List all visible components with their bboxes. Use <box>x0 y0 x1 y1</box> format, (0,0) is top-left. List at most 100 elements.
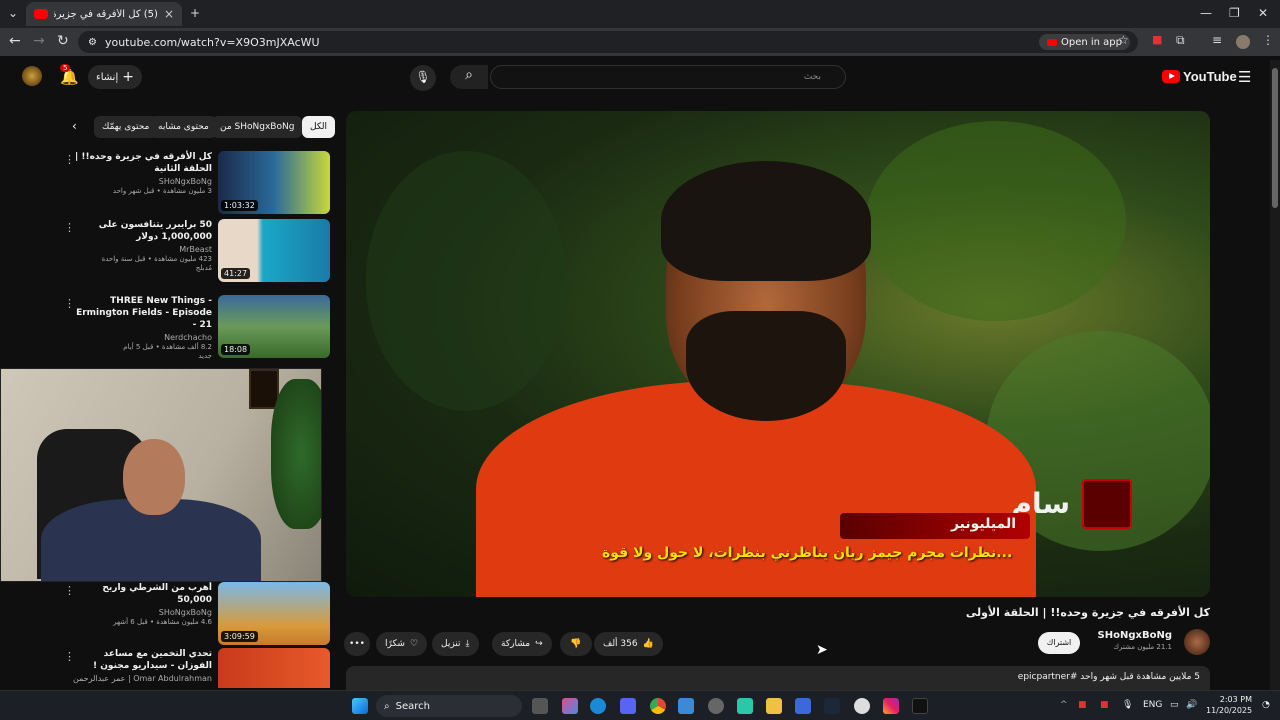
voice-search-mic-icon[interactable]: 🎙 <box>410 65 436 91</box>
chips-scroll-left-icon[interactable]: ‹ <box>72 119 77 133</box>
chip-all[interactable]: الكل <box>302 116 336 138</box>
minimize-icon[interactable]: — <box>1200 6 1212 20</box>
notifications-bell-icon[interactable]: 🔔 5 <box>60 64 79 86</box>
chip-related-interest[interactable]: محتوى يهمّك <box>94 116 158 138</box>
video-thumbnail[interactable]: 41:27 <box>218 219 330 282</box>
app-icon[interactable] <box>708 698 724 714</box>
hamburger-menu-icon[interactable]: ☰ <box>1238 68 1251 86</box>
reload-icon[interactable]: ↻ <box>57 33 69 49</box>
more-options-icon[interactable]: ⋮ <box>64 297 75 310</box>
extensions-puzzle-icon[interactable]: ⧉ <box>1176 33 1185 48</box>
new-tab-icon[interactable]: + <box>190 6 200 20</box>
channel-name[interactable]: SHoNgxBoNg <box>72 177 212 186</box>
video-thumbnail[interactable]: 3:09:59 <box>218 582 330 645</box>
account-avatar[interactable] <box>22 66 42 86</box>
browser-menu-icon[interactable]: ⋮ <box>1262 33 1274 47</box>
more-options-icon[interactable]: ⋮ <box>64 650 75 663</box>
keyboard-language[interactable]: ENG <box>1143 700 1162 710</box>
person-hair-image <box>661 161 871 281</box>
channel-name[interactable]: Nerdchacho <box>72 333 212 342</box>
create-button[interactable]: إنشاء + <box>88 65 142 89</box>
url-field[interactable]: ⚙ youtube.com/watch?v=X9O3mJXAcWU Open i… <box>78 31 1138 53</box>
channel-name-main[interactable]: SHoNgxBoNg <box>1098 630 1172 641</box>
copilot-icon[interactable] <box>562 698 578 714</box>
duration-badge: 41:27 <box>221 268 251 279</box>
list-item[interactable]: تحدي التخمين مع مساعد الفوزان - سيداريو … <box>60 648 330 688</box>
app-green-icon[interactable] <box>737 698 753 714</box>
search-input[interactable]: بحث <box>490 65 846 89</box>
youtube-logo[interactable]: YouTube <box>1162 69 1237 84</box>
thumbs-down-icon: 👎 <box>570 639 582 649</box>
steam-icon[interactable] <box>824 698 840 714</box>
video-title[interactable]: 50 برايبرر يتنافسون على 1,000,000 دولار <box>72 219 212 243</box>
edge-icon[interactable] <box>590 698 606 714</box>
task-view-icon[interactable] <box>532 698 548 714</box>
window-close-icon[interactable]: ✕ <box>1258 6 1268 20</box>
notifications-center-icon[interactable]: ◔ <box>1262 700 1270 710</box>
store-icon[interactable] <box>678 698 694 714</box>
tray-mic-icon[interactable]: 🎙 <box>1122 700 1133 710</box>
channel-name[interactable]: SHoNgxBoNg <box>72 608 212 617</box>
download-button[interactable]: ⤓ تنزيل <box>432 632 479 656</box>
like-button[interactable]: 👍 356 ألف <box>594 632 663 656</box>
tray-app-icon[interactable]: ■ <box>1100 700 1109 710</box>
video-title[interactable]: كل الأفرقه في جزيرة وحده!! | الحلقة الثا… <box>72 151 212 175</box>
chip-similar[interactable]: محتوى مشابه <box>150 116 217 138</box>
thanks-icon: ♡ <box>409 639 419 649</box>
tab-close-icon[interactable]: × <box>164 7 174 21</box>
tab-menu-icon[interactable]: ⌄ <box>8 6 18 20</box>
tiktok-icon[interactable] <box>912 698 928 714</box>
dislike-button[interactable]: 👎 <box>560 632 592 656</box>
open-in-app-button[interactable]: Open in app <box>1038 34 1130 50</box>
channel-avatar[interactable] <box>1184 629 1210 655</box>
settings-gear-icon[interactable] <box>854 698 870 714</box>
bookmark-star-icon[interactable]: ☆ <box>1118 33 1129 47</box>
thanks-button[interactable]: ♡ شكرًا <box>376 632 428 656</box>
video-title[interactable]: THREE New Things - Ermington Fields - Ep… <box>72 295 212 331</box>
instagram-icon[interactable] <box>883 698 899 714</box>
video-title[interactable]: تحدي التخمين مع مساعد الفوزان - سيداريو … <box>72 648 212 672</box>
video-title[interactable]: أهرب من الشرطي واربح 50,000 <box>72 582 212 606</box>
subscribe-button[interactable]: اشتراك <box>1038 632 1080 654</box>
app-blue-icon[interactable] <box>795 698 811 714</box>
thanks-label: شكرًا <box>385 639 405 649</box>
list-item[interactable]: 18:08 THREE New Things - Ermington Field… <box>60 295 330 361</box>
more-options-icon[interactable]: ⋮ <box>64 221 75 234</box>
more-actions-button[interactable]: ••• <box>344 632 370 656</box>
video-thumbnail[interactable]: 18:08 <box>218 295 330 358</box>
video-player[interactable]: سام الميليونير ...نظرات مجرم جيمز ريان ي… <box>346 111 1210 597</box>
video-thumbnail[interactable]: 1:03:32 <box>218 151 330 214</box>
volume-icon[interactable]: 🔊 <box>1186 700 1197 710</box>
more-options-icon[interactable]: ⋮ <box>64 153 75 166</box>
share-button[interactable]: ↪ مشاركة <box>492 632 552 656</box>
taskbar-search[interactable]: ⌕ Search <box>376 695 522 717</box>
scrollbar-thumb[interactable] <box>1272 68 1278 208</box>
video-thumbnail[interactable] <box>218 648 330 688</box>
site-info-icon[interactable]: ⚙ <box>88 37 97 48</box>
channel-name[interactable]: MrBeast <box>72 245 212 254</box>
file-explorer-icon[interactable] <box>766 698 782 714</box>
channel-name[interactable]: Omar Abdulrahman | عمر عبدالرحمن <box>72 674 212 683</box>
extension-red-icon[interactable]: ■ <box>1152 33 1162 46</box>
list-item[interactable]: 41:27 50 برايبرر يتنافسون على 1,000,000 … <box>60 219 330 285</box>
list-item[interactable]: 1:03:32 كل الأفرقه في جزيرة وحده!! | الح… <box>60 151 330 217</box>
network-icon[interactable]: ▭ <box>1170 700 1179 710</box>
chrome-icon[interactable] <box>650 698 666 714</box>
reading-list-icon[interactable]: ≡ <box>1212 33 1222 47</box>
list-item[interactable]: 3:09:59 أهرب من الشرطي واربح 50,000 SHoN… <box>60 582 330 648</box>
tray-app-icon[interactable]: ■ <box>1078 700 1087 710</box>
maximize-icon[interactable]: ❐ <box>1229 6 1240 20</box>
forward-icon[interactable]: → <box>33 33 45 49</box>
discord-icon[interactable] <box>620 698 636 714</box>
windows-start-icon[interactable] <box>352 698 368 714</box>
back-icon[interactable]: ← <box>9 33 21 49</box>
system-clock[interactable]: 2:03 PM 11/20/2025 <box>1206 694 1252 716</box>
profile-avatar[interactable] <box>1236 35 1250 49</box>
chip-from-channel[interactable]: من SHoNgxBoNg <box>212 116 303 138</box>
webcam-overlay <box>0 368 322 582</box>
more-options-icon[interactable]: ⋮ <box>64 584 75 597</box>
search-button[interactable]: ⌕ <box>450 65 488 89</box>
tray-chevron-icon[interactable]: ^ <box>1060 700 1068 710</box>
page-scrollbar[interactable] <box>1270 60 1280 690</box>
browser-tab[interactable]: (5) كل الأفرقه في جزيرة وحدة × <box>26 2 182 26</box>
